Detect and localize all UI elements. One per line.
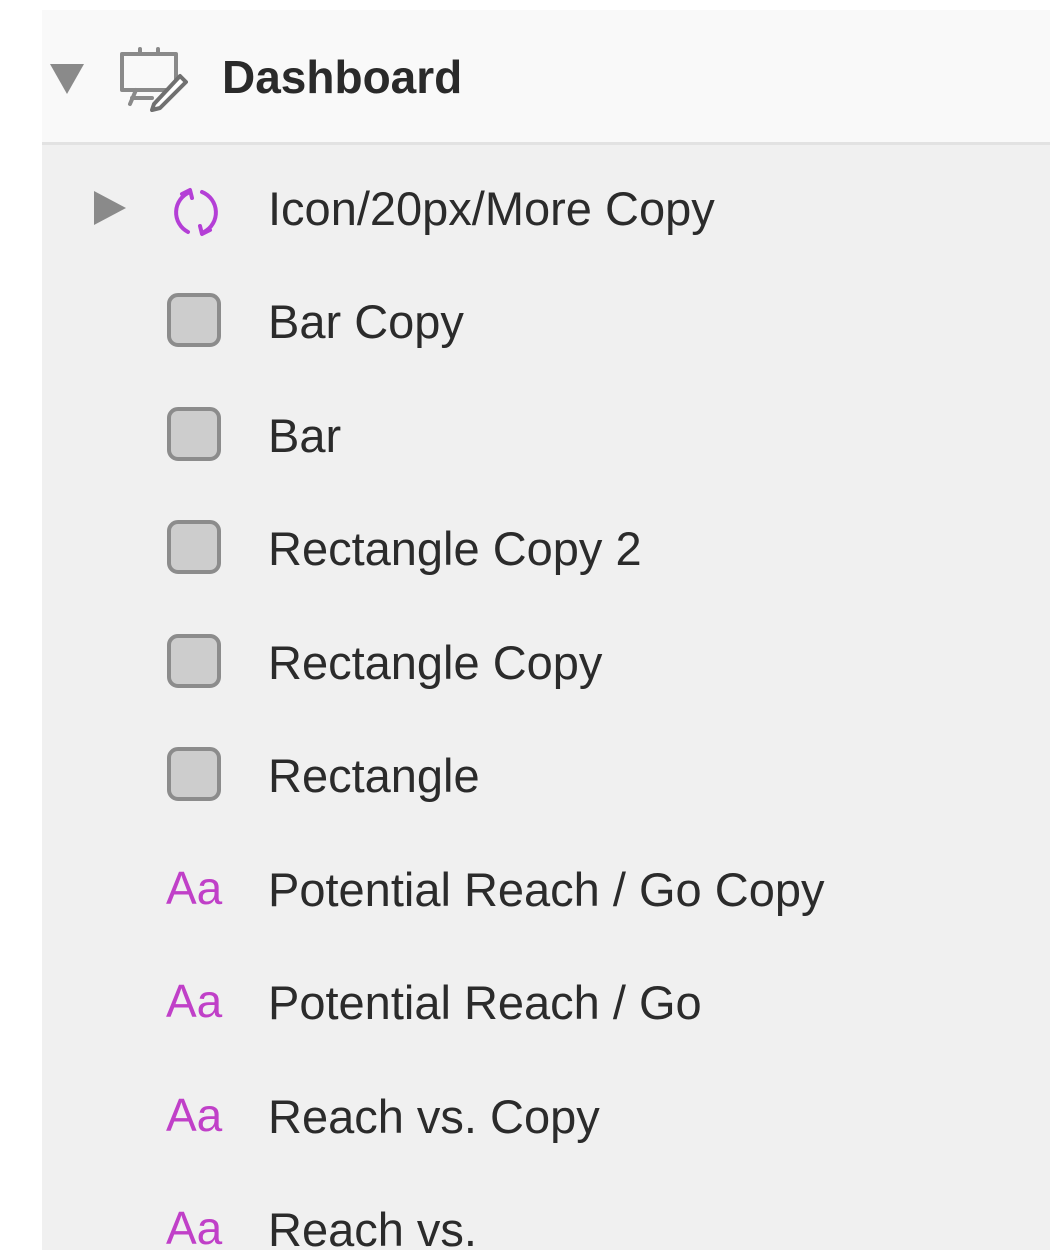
disclosure-triangle-right-icon[interactable]	[94, 191, 126, 225]
layer-list: Icon/20px/More Copy Bar Copy Bar Rectang…	[42, 145, 1050, 1250]
shape-icon	[167, 634, 221, 688]
layer-row-text[interactable]: Aa Potential Reach / Go	[42, 952, 1050, 1052]
layer-name: Potential Reach / Go	[268, 976, 702, 1029]
artboard-row-dashboard[interactable]: Dashboard	[42, 10, 1050, 145]
layer-row-shape[interactable]: Rectangle	[42, 725, 1050, 825]
layer-row-symbol[interactable]: Icon/20px/More Copy	[42, 158, 1050, 258]
layer-row-shape[interactable]: Rectangle Copy 2	[42, 498, 1050, 598]
text-icon: Aa	[166, 1089, 223, 1141]
text-icon: Aa	[166, 975, 223, 1027]
layer-row-text[interactable]: Aa Reach vs.	[42, 1179, 1050, 1250]
layer-name: Icon/20px/More Copy	[268, 182, 715, 235]
layers-panel: Dashboard Icon/20px/More Copy Bar Copy B…	[0, 0, 1050, 1250]
layer-name: Reach vs. Copy	[268, 1090, 600, 1143]
layer-name: Rectangle Copy	[268, 636, 603, 689]
artboard-icon	[120, 47, 188, 112]
shape-icon	[167, 747, 221, 801]
symbol-icon	[174, 188, 218, 236]
layer-name: Potential Reach / Go Copy	[268, 863, 825, 916]
artboard-title: Dashboard	[222, 51, 463, 103]
layer-name: Bar	[268, 409, 342, 462]
shape-icon	[167, 293, 221, 347]
layer-row-shape[interactable]: Bar	[42, 385, 1050, 485]
shape-icon	[167, 520, 221, 574]
layer-name: Rectangle Copy 2	[268, 522, 642, 575]
layer-row-shape[interactable]: Rectangle Copy	[42, 612, 1050, 712]
layer-name: Rectangle	[268, 749, 480, 802]
shape-icon	[167, 407, 221, 461]
layer-row-text[interactable]: Aa Potential Reach / Go Copy	[42, 839, 1050, 939]
disclosure-triangle-down-icon[interactable]	[50, 64, 84, 94]
layer-row-shape[interactable]: Bar Copy	[42, 271, 1050, 371]
layer-row-text[interactable]: Aa Reach vs. Copy	[42, 1066, 1050, 1166]
layer-name: Reach vs.	[268, 1203, 477, 1250]
layer-name: Bar Copy	[268, 295, 464, 348]
text-icon: Aa	[166, 1202, 223, 1250]
text-icon: Aa	[166, 862, 223, 914]
